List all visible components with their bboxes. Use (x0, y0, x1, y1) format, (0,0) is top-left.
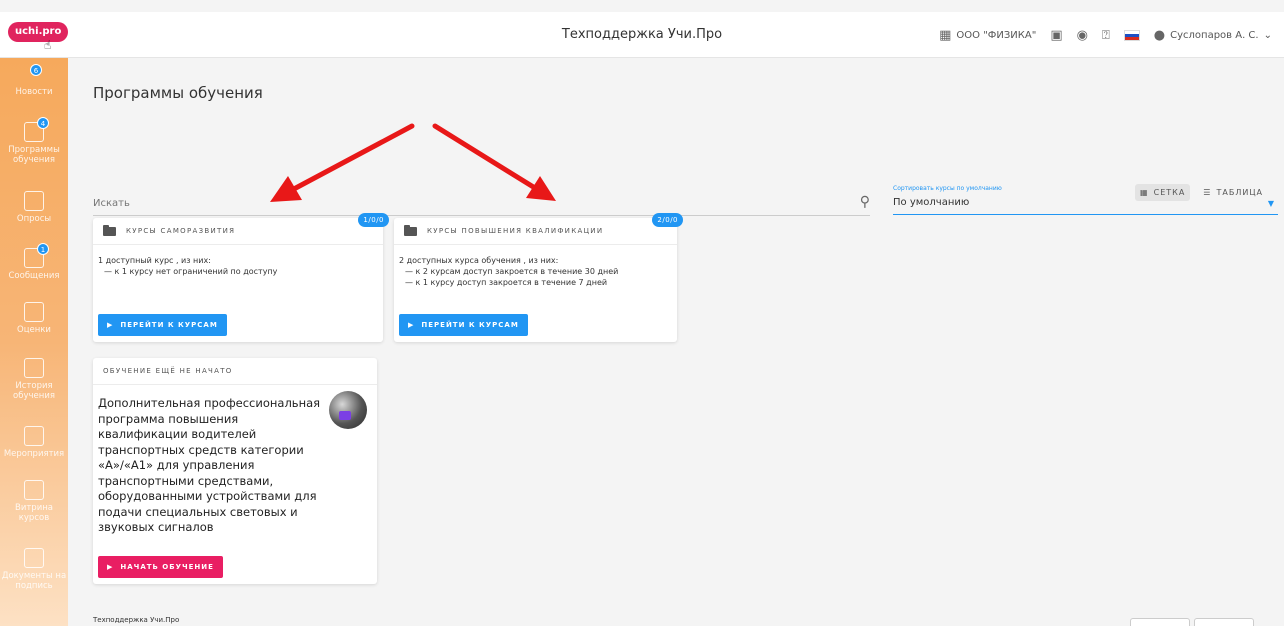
top-bar-actions: ▦ ООО "ФИЗИКА" ▣ ◉ ⍰ ● Суслопаров А. С. … (939, 12, 1272, 58)
table-view-button[interactable]: ☰ ТАБЛИЦА (1198, 184, 1268, 201)
card-body: 1 доступный курс , из них: — к 1 курсу н… (93, 245, 383, 277)
play-icon: ▶ (107, 321, 114, 329)
card-title: КУРСЫ САМОРАЗВИТИЯ (126, 227, 236, 235)
events-icon (24, 426, 44, 446)
programs-icon: 4 (24, 117, 49, 142)
sidebar-item-label: Сообщения (8, 271, 60, 281)
card-header: КУРСЫ ПОВЫШЕНИЯ КВАЛИФИКАЦИИ (394, 218, 677, 245)
go-to-courses-button[interactable]: ▶ ПЕРЕЙТИ К КУРСАМ (98, 314, 227, 336)
card-detail-line: — к 1 курсу доступ закроется в течение 7… (405, 278, 608, 287)
list-icon: ☰ (1203, 188, 1212, 197)
sidebar-item-label: Оценки (17, 325, 51, 335)
chevron-down-icon: ⌄ (1263, 29, 1272, 41)
sidebar-item-documents[interactable]: Документы на подпись (0, 548, 68, 591)
folder-icon (404, 224, 417, 236)
card-detail-line: — к 1 курсу нет ограничений по доступу (104, 267, 278, 276)
news-icon: 6 (24, 64, 44, 84)
button-label: НАЧАТЬ ОБУЧЕНИЕ (120, 563, 214, 571)
play-icon: ▶ (107, 563, 114, 571)
program-title[interactable]: Дополнительная профессиональная программ… (98, 396, 328, 536)
sidebar-item-label: Мероприятия (3, 449, 65, 459)
sidebar-item-surveys[interactable]: Опросы (0, 191, 68, 224)
grades-icon (24, 302, 44, 322)
card-header: КУРСЫ САМОРАЗВИТИЯ (93, 218, 383, 245)
envelope-icon: 1 (24, 243, 49, 268)
sidebar-item-programs[interactable]: 4 Программы обучения (0, 117, 68, 165)
russian-flag-icon[interactable] (1123, 29, 1140, 41)
sidebar-item-label: История обучения (13, 381, 55, 401)
user-name: Суслопаров А. С. (1170, 29, 1259, 41)
sidebar-item-label: Опросы (16, 214, 52, 224)
user-menu[interactable]: ● Суслопаров А. С. ⌄ (1154, 28, 1272, 43)
messages-badge: 1 (37, 243, 49, 255)
go-to-courses-button[interactable]: ▶ ПЕРЕЙТИ К КУРСАМ (399, 314, 528, 336)
sidebar-item-label: Витрина курсов (15, 503, 53, 523)
sidebar-item-label: Новости (15, 87, 53, 97)
programs-badge: 4 (37, 117, 49, 129)
grid-view-button[interactable]: ▦ СЕТКА (1135, 184, 1191, 201)
footer-text: Техподдержка Учи.Про (93, 616, 180, 624)
sidebar-item-label: Программы обучения (8, 145, 60, 165)
showcase-icon (24, 480, 44, 500)
program-card[interactable]: ОБУЧЕНИЕ ЕЩЁ НЕ НАЧАТО Дополнительная пр… (93, 358, 377, 584)
footer-buttons (1130, 618, 1254, 626)
card-title: КУРСЫ ПОВЫШЕНИЯ КВАЛИФИКАЦИИ (427, 227, 604, 235)
sidebar-item-history[interactable]: История обучения (0, 358, 68, 401)
dropdown-arrow-icon: ▼ (1267, 199, 1274, 208)
sidebar: 6 Новости 4 Программы обучения Опросы 1 … (0, 58, 68, 626)
sort-label: Сортировать курсы по умолчанию (893, 185, 1002, 192)
program-image (329, 391, 367, 429)
card-body: 2 доступных курса обучения , из них: — к… (394, 245, 677, 288)
course-group-card-qualification: КУРСЫ ПОВЫШЕНИЯ КВАЛИФИКАЦИИ 2/0/0 2 дос… (394, 213, 683, 342)
sidebar-item-messages[interactable]: 1 Сообщения (0, 243, 68, 281)
start-learning-button[interactable]: ▶ НАЧАТЬ ОБУЧЕНИЕ (98, 556, 223, 578)
sidebar-item-grades[interactable]: Оценки (0, 302, 68, 335)
view-toggle: ▦ СЕТКА ☰ ТАБЛИЦА (1135, 184, 1268, 201)
card-header: ОБУЧЕНИЕ ЕЩЁ НЕ НАЧАТО (93, 358, 377, 385)
button-label: ПЕРЕЙТИ К КУРСАМ (421, 321, 519, 329)
grid-view-label: СЕТКА (1153, 188, 1186, 197)
table-view-label: ТАБЛИЦА (1216, 188, 1263, 197)
footer-button[interactable] (1194, 618, 1254, 626)
news-badge: 6 (30, 64, 42, 76)
organization-name: ООО "ФИЗИКА" (956, 29, 1037, 41)
user-icon: ● (1153, 27, 1166, 43)
course-group-card-selfdev: КУРСЫ САМОРАЗВИТИЯ 1/0/0 1 доступный кур… (93, 213, 389, 342)
survey-icon (24, 191, 44, 211)
folder-icon (103, 224, 116, 236)
calendar-icon[interactable]: ▣ (1050, 28, 1062, 43)
course-counter-badge: 2/0/0 (652, 213, 683, 227)
help-icon[interactable]: ⍰ (1102, 28, 1110, 43)
footer-button[interactable] (1130, 618, 1190, 626)
card-detail-line: — к 2 курсам доступ закроется в течение … (405, 267, 619, 276)
sort-value: По умолчанию (893, 197, 970, 208)
search-field[interactable]: ⚲ (93, 194, 870, 216)
history-icon (24, 358, 44, 378)
top-bar: uchi.pro ☝ Техподдержка Учи.Про ▦ ООО "Ф… (0, 12, 1284, 58)
card-summary: 1 доступный курс , из них: (98, 256, 211, 265)
document-sign-icon (24, 548, 44, 568)
program-status: ОБУЧЕНИЕ ЕЩЁ НЕ НАЧАТО (103, 367, 233, 375)
main-content: Программы обучения ⚲ Сортировать курсы п… (68, 58, 1284, 626)
search-icon[interactable]: ⚲ (860, 194, 870, 210)
play-icon: ▶ (408, 321, 415, 329)
sidebar-item-news[interactable]: 6 Новости (0, 64, 68, 97)
grid-icon: ▦ (1140, 188, 1149, 197)
sidebar-item-showcase[interactable]: Витрина курсов (0, 480, 68, 523)
sidebar-item-label: Документы на подпись (1, 571, 67, 591)
card-summary: 2 доступных курса обучения , из них: (399, 256, 559, 265)
page-title: Программы обучения (93, 84, 263, 102)
search-input[interactable] (93, 198, 833, 209)
eye-icon[interactable]: ◉ (1077, 28, 1088, 43)
course-counter-badge: 1/0/0 (358, 213, 389, 227)
organization-selector[interactable]: ▦ ООО "ФИЗИКА" (939, 28, 1036, 43)
building-icon: ▦ (939, 27, 952, 43)
sidebar-item-events[interactable]: Мероприятия (0, 426, 68, 459)
button-label: ПЕРЕЙТИ К КУРСАМ (120, 321, 218, 329)
